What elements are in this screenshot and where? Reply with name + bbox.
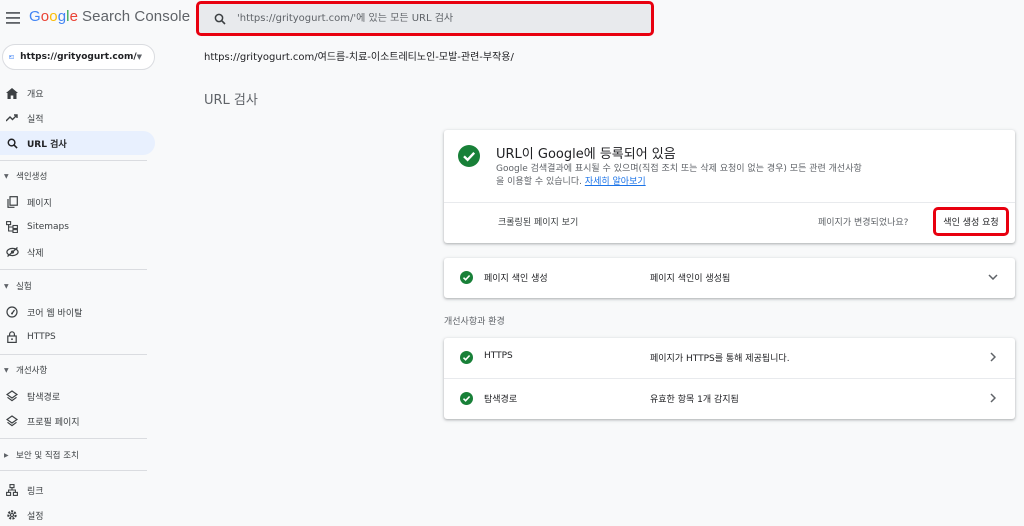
layers-icon xyxy=(5,414,19,428)
trending-icon xyxy=(5,111,19,125)
nav-settings[interactable]: 설정 xyxy=(0,503,155,526)
url-inspection-search[interactable] xyxy=(196,1,654,36)
section-experience[interactable]: ▼ 실험 xyxy=(0,276,155,296)
sidebar-divider xyxy=(0,438,147,439)
page-indexing-card: 페이지 색인 생성 페이지 색인이 생성됨 xyxy=(444,258,1015,298)
gauge-icon xyxy=(5,305,19,319)
nav-breadcrumbs[interactable]: 탐색경로 xyxy=(0,384,155,408)
property-icon xyxy=(9,55,15,59)
layers-icon xyxy=(5,389,19,403)
view-crawled-page-link[interactable]: 크롤링된 페이지 보기 xyxy=(498,215,578,228)
chevron-down-icon[interactable] xyxy=(987,271,999,283)
links-icon xyxy=(5,483,19,497)
inspected-url: https://grityogurt.com/여드름-치료-이소트레티노인-모발… xyxy=(204,52,514,63)
sidebar-divider xyxy=(0,354,147,355)
section-enhancements[interactable]: ▼ 개선사항 xyxy=(0,360,155,380)
chevron-down-icon: ▼ xyxy=(136,53,142,61)
status-description: Google 검색결과에 표시될 수 있으며(직접 조치 또는 삭제 요청이 없… xyxy=(496,164,862,187)
search-icon xyxy=(5,136,19,150)
nav-pages[interactable]: 페이지 xyxy=(0,190,155,214)
nav-removals[interactable]: 삭제 xyxy=(0,240,155,264)
enhancements-heading: 개선사항과 환경 xyxy=(444,317,505,327)
request-indexing-button[interactable]: 색인 생성 요청 xyxy=(933,207,1009,236)
https-row[interactable]: HTTPS 페이지가 HTTPS를 통해 제공됩니다. xyxy=(444,338,1015,378)
nav-core-web-vitals[interactable]: 코어 웹 바이탈 xyxy=(0,300,155,324)
check-circle-icon xyxy=(460,351,473,364)
sidebar-divider xyxy=(0,160,147,161)
lock-icon xyxy=(5,330,19,344)
learn-more-link[interactable]: 자세히 알아보기 xyxy=(585,177,646,187)
sidebar: https://grityogurt.com/ ▼ 개요 실적 URL 검사 ▼… xyxy=(0,36,160,526)
top-bar: Google Search Console xyxy=(0,0,1024,36)
status-title: URL이 Google에 등록되어 있음 xyxy=(496,147,676,162)
section-indexing[interactable]: ▼ 색인생성 xyxy=(0,166,155,186)
row-value: 페이지가 HTTPS를 통해 제공됩니다. xyxy=(650,354,790,364)
nav-url-inspection[interactable]: URL 검사 xyxy=(0,131,155,155)
card-divider xyxy=(444,202,1015,203)
breadcrumbs-row[interactable]: 탐색경로 유효한 항목 1개 감지됨 xyxy=(444,379,1015,419)
search-input[interactable] xyxy=(237,13,617,24)
enhancements-card: HTTPS 페이지가 HTTPS를 통해 제공됩니다. 탐색경로 유효한 항목 … xyxy=(444,338,1015,419)
chevron-right-icon[interactable] xyxy=(987,351,999,363)
app-logo[interactable]: Google Search Console xyxy=(29,8,190,25)
sitemap-icon xyxy=(5,220,19,234)
row-value: 유효한 항목 1개 감지됨 xyxy=(650,395,739,405)
nav-https[interactable]: HTTPS xyxy=(0,325,155,349)
check-circle-icon xyxy=(460,271,473,284)
home-icon xyxy=(5,86,19,100)
sidebar-divider xyxy=(0,269,147,270)
hamburger-icon xyxy=(6,12,20,24)
nav-overview[interactable]: 개요 xyxy=(0,81,155,105)
caret-right-icon: ▶ xyxy=(4,451,9,459)
caret-down-icon: ▼ xyxy=(4,172,9,180)
nav-profile-page[interactable]: 프로필 페이지 xyxy=(0,409,155,433)
page-indexing-row[interactable]: 페이지 색인 생성 페이지 색인이 생성됨 xyxy=(444,258,1015,298)
nav-links[interactable]: 링크 xyxy=(0,478,155,502)
nav-performance[interactable]: 실적 xyxy=(0,106,155,130)
page-title: URL 검사 xyxy=(204,93,258,108)
pages-icon xyxy=(5,195,19,209)
caret-down-icon: ▼ xyxy=(4,282,9,290)
row-value: 페이지 색인이 생성됨 xyxy=(650,274,731,284)
menu-button[interactable] xyxy=(2,4,24,32)
row-label: 탐색경로 xyxy=(484,395,518,405)
caret-down-icon: ▼ xyxy=(4,366,9,374)
search-icon xyxy=(213,12,227,26)
page-changed-question: 페이지가 변경되었나요? xyxy=(818,218,909,228)
property-url: https://grityogurt.com/ xyxy=(20,52,137,62)
check-circle-icon xyxy=(460,392,473,405)
url-status-card: URL이 Google에 등록되어 있음 Google 검색결과에 표시될 수 … xyxy=(444,130,1015,243)
hide-icon xyxy=(5,245,19,259)
row-label: HTTPS xyxy=(484,351,513,361)
row-label: 페이지 색인 생성 xyxy=(484,274,548,284)
section-security[interactable]: ▶ 보안 및 직접 조치 xyxy=(0,445,155,465)
property-selector[interactable]: https://grityogurt.com/ ▼ xyxy=(2,44,155,70)
settings-icon xyxy=(5,508,19,522)
sidebar-divider xyxy=(0,470,147,471)
app-name: Search Console xyxy=(82,8,191,25)
chevron-right-icon[interactable] xyxy=(987,392,999,404)
check-circle-icon xyxy=(458,145,480,167)
nav-sitemaps[interactable]: Sitemaps xyxy=(0,215,155,239)
